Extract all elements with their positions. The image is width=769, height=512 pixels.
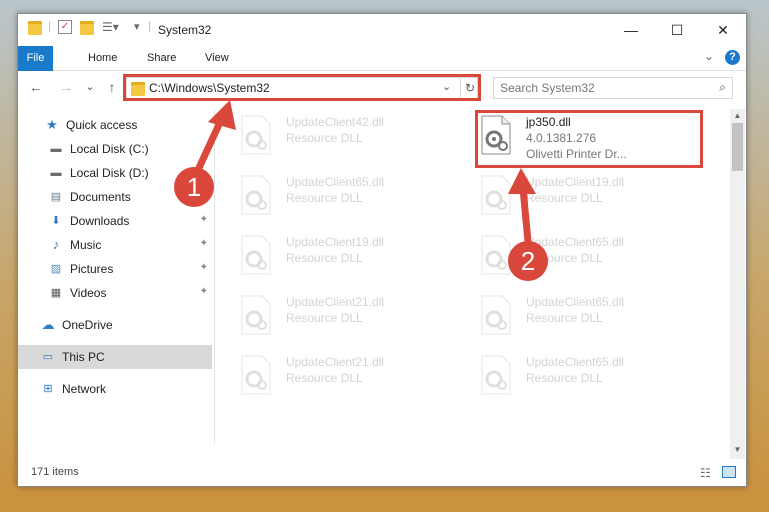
arrow-2 (508, 168, 536, 246)
step-2-badge: 2 (508, 241, 548, 281)
annotation-arrows (194, 100, 536, 246)
arrow-1 (194, 100, 236, 174)
step-1-badge: 1 (174, 167, 214, 207)
